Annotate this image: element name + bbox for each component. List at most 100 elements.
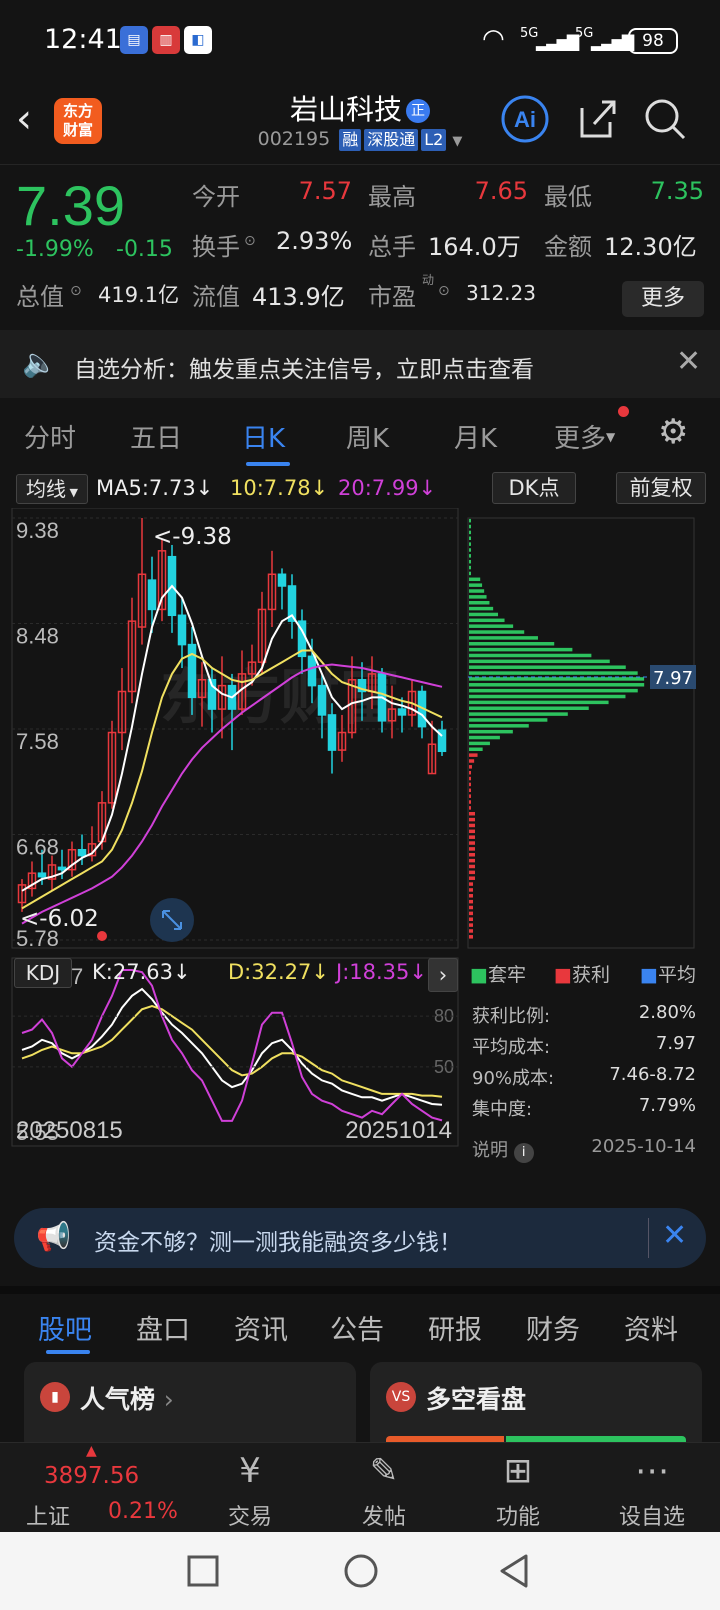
chip-bar [469,853,475,857]
close-icon[interactable]: ✕ [662,1218,687,1253]
candle-body [327,714,337,751]
chevron-right-icon[interactable]: › [428,958,458,992]
stat-label: 获利比例: [472,1006,551,1027]
chip-bar [469,782,471,787]
tab-five-day[interactable]: 五日 [130,418,182,455]
float-value: 413.9亿 [252,283,345,311]
chip-bar [469,542,471,546]
chip-bar [469,847,475,851]
chip-bar [469,600,490,605]
ma20-label: 20:7.99↓ [338,476,437,500]
chip-bar [469,917,473,921]
speaker-icon: 🔈 [22,346,57,379]
chip-bar [469,788,471,793]
pe-superscript: 动 [422,273,435,287]
amount-value: 12.30亿 [604,233,697,261]
stat-value: 7.79% [638,1095,696,1116]
bull-bear-card[interactable]: VS 多空看盘 [370,1362,702,1452]
chip-bar [469,612,499,617]
apps-icon[interactable]: ⊞ [478,1451,558,1491]
ma-selector[interactable]: 均线 ▼ [16,474,88,504]
close-icon[interactable]: ✕ [676,344,701,379]
info-icon[interactable]: ⊙ [70,283,82,299]
chip-bar [469,811,475,816]
tab-announcement[interactable]: 公告 [330,1308,384,1347]
ai-icon[interactable]: Ai [500,94,550,144]
info-icon[interactable]: ⊙ [438,283,450,299]
share-icon[interactable] [572,94,622,144]
tab-profile[interactable]: 资料 [624,1308,678,1347]
max-annotation: <-9.38 [153,524,232,550]
chip-bar [469,618,505,623]
chip-bar [469,911,473,916]
home-icon[interactable] [342,1552,380,1590]
chip-bar [469,683,645,687]
chip-bar [469,706,589,710]
info-icon[interactable]: ⊙ [244,233,256,249]
dropdown-icon: ▼ [452,134,463,149]
index-pct[interactable]: 0.21% [108,1499,178,1524]
min-annotation: <-6.02 [20,906,99,932]
chip-bar [469,747,483,752]
notice-bar[interactable]: 🔈 自选分析：触发重点关注信号，立即点击查看 ✕ [0,330,720,398]
tab-news[interactable]: 资讯 [234,1308,288,1347]
candle-body [37,872,47,878]
back-nav-icon[interactable] [496,1552,532,1590]
nav-post[interactable]: 发帖 [344,1499,424,1531]
kdj-selector[interactable]: KDJ [14,958,72,988]
tab-pankou[interactable]: 盘口 [136,1308,190,1347]
tab-research[interactable]: 研报 [428,1308,482,1347]
tab-guba[interactable]: 股吧 [38,1308,92,1347]
tab-indicator [46,1350,90,1354]
x-label-end: 20251014 [345,1117,452,1144]
index-value[interactable]: 3897.56 [44,1463,139,1489]
y-tick-label: 8.48 [16,624,59,649]
candle-body [307,655,317,687]
recents-icon[interactable] [186,1554,220,1588]
nav-functions[interactable]: 功能 [478,1499,558,1531]
chip-bar [469,554,471,558]
promo-text: 资金不够？测一测我能融资多少钱！ [94,1230,462,1256]
tab-monthly-k[interactable]: 月K [454,418,497,455]
tab-finance[interactable]: 财务 [526,1308,580,1347]
popularity-card[interactable]: ▮ 人气榜 › [24,1362,356,1452]
low-value: 7.35 [650,177,704,205]
adjust-button[interactable]: 前复权 [616,472,706,504]
promo-banner[interactable]: 📢 资金不够？测一测我能融资多少钱！ ✕ [14,1208,706,1268]
more-dots-icon[interactable]: ⋯ [612,1451,692,1491]
tab-intraday[interactable]: 分时 [24,418,76,455]
legend-profit: ■获利 [554,964,610,986]
high-value: 7.65 [474,177,528,205]
index-name[interactable]: 上证 [26,1499,70,1531]
ma10-label: 10:7.78↓ [230,476,329,500]
more-button[interactable]: 更多 [622,281,704,317]
nav-add-watchlist[interactable]: 设自选 [612,1499,692,1531]
low-label: 最低 [544,183,592,211]
tab-weekly-k[interactable]: 周K [346,418,389,455]
nav-trade[interactable]: 交易 [210,1499,290,1531]
chip-bar [469,688,638,693]
gear-icon[interactable]: ⚙ [658,412,688,452]
explain-link[interactable]: 说明 i [472,1136,534,1163]
chip-bar [469,694,626,699]
stat-value: 7.46-8.72 [609,1064,696,1085]
red-dot-badge [618,406,629,417]
chip-bar [469,577,481,582]
dropdown-icon: ▼ [606,430,616,444]
edit-icon[interactable]: ✎ [344,1451,424,1491]
search-icon[interactable] [640,94,690,144]
divider [648,1218,649,1258]
tab-more[interactable]: 更多 [554,418,606,455]
chip-bar [469,565,471,570]
dk-point-button[interactable]: DK点 [492,472,576,504]
tab-daily-k[interactable]: 日K [242,418,285,455]
chip-bar [469,899,473,904]
pe-label: 市盈 [368,283,416,311]
profile-date: 2025-10-14 [591,1136,696,1157]
chip-bar [469,829,475,834]
app-notify-icon: ▤ [120,26,148,54]
trade-icon[interactable]: ¥ [210,1451,290,1491]
chip-bar [469,630,525,634]
tag-margin: 融 [339,129,362,151]
open-label: 今开 [192,183,240,211]
